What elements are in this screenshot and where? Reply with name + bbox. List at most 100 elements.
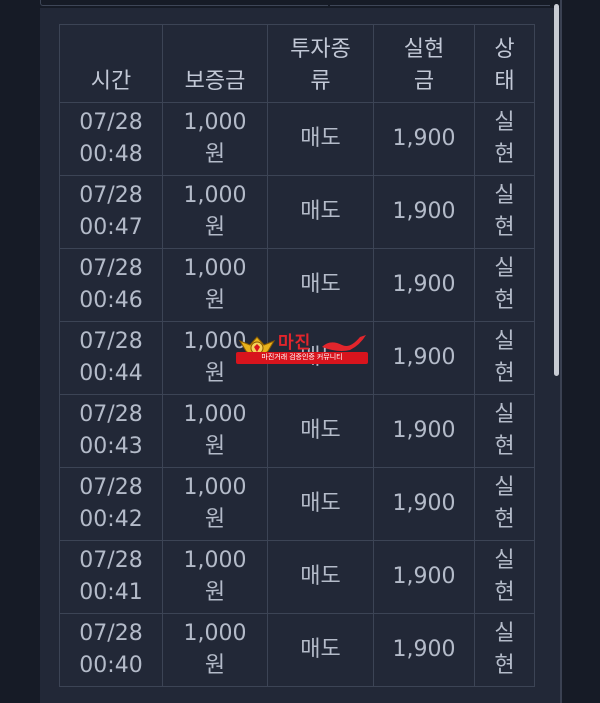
row-amount: 1,000 [183, 548, 247, 573]
row-time: 00:40 [79, 653, 143, 678]
row-status-line1: 실 [494, 621, 515, 646]
row-status-line2: 현 [494, 580, 515, 605]
row-date: 07/28 [79, 110, 143, 135]
row-time: 00:46 [79, 288, 143, 313]
header-deposit-label: 보증금 [184, 69, 246, 94]
row-amount: 1,000 [183, 183, 247, 208]
header-time: 시간 [59, 24, 163, 103]
row-date: 07/28 [79, 548, 143, 573]
table-row[interactable]: 07/28 00:41 1,000 원 매도 1,900 실현 [59, 540, 535, 614]
row-status-line2: 현 [494, 434, 515, 459]
row-status-line2: 현 [494, 288, 515, 313]
row-unit: 원 [204, 288, 226, 313]
cell-type: 매도 [267, 102, 374, 176]
row-amount: 1,000 [183, 621, 247, 646]
page: 시간 보증금 투자종 류 실현 금 상 태 07/28 00:48 1,000 … [0, 0, 600, 703]
cell-deposit: 1,000 원 [162, 540, 268, 614]
watermark-tagline: 마진거래 검증인증 커뮤니티 [236, 352, 368, 364]
table-row[interactable]: 07/28 00:48 1,000 원 매도 1,900 실현 [59, 102, 535, 176]
cell-deposit: 1,000 원 [162, 613, 268, 687]
cell-realized: 1,900 [373, 394, 475, 468]
row-time: 00:47 [79, 215, 143, 240]
top-input-edge[interactable] [40, 0, 328, 6]
watermark-logo: 마진 마진거래 검증인증 커뮤니티 [232, 333, 372, 369]
row-amount: 1,000 [183, 256, 247, 281]
cell-status: 실현 [474, 540, 535, 614]
row-status-line1: 실 [494, 329, 515, 354]
row-status-line2: 현 [494, 653, 515, 678]
cell-realized: 1,900 [373, 102, 475, 176]
cell-deposit: 1,000 원 [162, 467, 268, 541]
cell-time: 07/28 00:46 [59, 248, 163, 322]
cell-status: 실현 [474, 613, 535, 687]
header-status-line1: 상 [494, 37, 515, 62]
row-time: 00:43 [79, 434, 143, 459]
header-realized-line1: 실현 [403, 37, 445, 62]
row-date: 07/28 [79, 183, 143, 208]
cell-time: 07/28 00:41 [59, 540, 163, 614]
row-status-line1: 실 [494, 548, 515, 573]
row-status-line1: 실 [494, 402, 515, 427]
table-row[interactable]: 07/28 00:47 1,000 원 매도 1,900 실현 [59, 175, 535, 249]
cell-time: 07/28 00:40 [59, 613, 163, 687]
cell-deposit: 1,000 원 [162, 175, 268, 249]
cell-status: 실현 [474, 467, 535, 541]
watermark-title: 마진 [278, 333, 312, 353]
row-amount: 1,000 [183, 110, 247, 135]
row-status-line2: 현 [494, 215, 515, 240]
table-row[interactable]: 07/28 00:46 1,000 원 매도 1,900 실현 [59, 248, 535, 322]
row-unit: 원 [204, 215, 226, 240]
row-unit: 원 [204, 434, 226, 459]
cell-realized: 1,900 [373, 175, 475, 249]
header-realized-amount: 실현 금 [373, 24, 475, 103]
row-time: 00:44 [79, 361, 143, 386]
row-time: 00:42 [79, 507, 143, 532]
cell-time: 07/28 00:47 [59, 175, 163, 249]
cell-type: 매도 [267, 613, 374, 687]
cell-status: 실현 [474, 248, 535, 322]
cell-realized: 1,900 [373, 613, 475, 687]
cell-time: 07/28 00:43 [59, 394, 163, 468]
header-status-line2: 태 [494, 69, 515, 94]
header-investment-type: 투자종 류 [267, 24, 374, 103]
header-type-line1: 투자종 [290, 37, 351, 62]
cell-realized: 1,900 [373, 540, 475, 614]
row-status-line1: 실 [494, 110, 515, 135]
table-row[interactable]: 07/28 00:43 1,000 원 매도 1,900 실현 [59, 394, 535, 468]
row-date: 07/28 [79, 402, 143, 427]
row-status-line1: 실 [494, 475, 515, 500]
cell-type: 매도 [267, 394, 374, 468]
row-date: 07/28 [79, 475, 143, 500]
cell-status: 실현 [474, 175, 535, 249]
table-row[interactable]: 07/28 00:42 1,000 원 매도 1,900 실현 [59, 467, 535, 541]
cell-status: 실현 [474, 321, 535, 395]
table-header-row: 시간 보증금 투자종 류 실현 금 상 태 [59, 24, 535, 103]
cell-type: 매도 [267, 540, 374, 614]
cell-type: 매도 [267, 467, 374, 541]
row-date: 07/28 [79, 256, 143, 281]
cell-type: 매도 [267, 248, 374, 322]
table-row[interactable]: 07/28 00:40 1,000 원 매도 1,900 실현 [59, 613, 535, 687]
row-status-line1: 실 [494, 183, 515, 208]
header-realized-line2: 금 [413, 69, 435, 94]
header-deposit: 보증금 [162, 24, 268, 103]
row-status-line2: 현 [494, 142, 515, 167]
cell-deposit: 1,000 원 [162, 394, 268, 468]
cell-deposit: 1,000 원 [162, 248, 268, 322]
header-status: 상 태 [474, 24, 535, 103]
row-time: 00:48 [79, 142, 143, 167]
cell-realized: 1,900 [373, 467, 475, 541]
cell-realized: 1,900 [373, 321, 475, 395]
row-status-line2: 현 [494, 361, 515, 386]
row-date: 07/28 [79, 621, 143, 646]
top-tab-edge [330, 0, 550, 6]
vertical-scrollbar[interactable] [554, 4, 559, 376]
row-time: 00:41 [79, 580, 143, 605]
row-amount: 1,000 [183, 475, 247, 500]
cell-type: 매도 [267, 175, 374, 249]
header-time-label: 시간 [90, 69, 132, 94]
cell-time: 07/28 00:48 [59, 102, 163, 176]
right-divider [560, 0, 562, 703]
row-status-line2: 현 [494, 507, 515, 532]
row-unit: 원 [204, 507, 226, 532]
